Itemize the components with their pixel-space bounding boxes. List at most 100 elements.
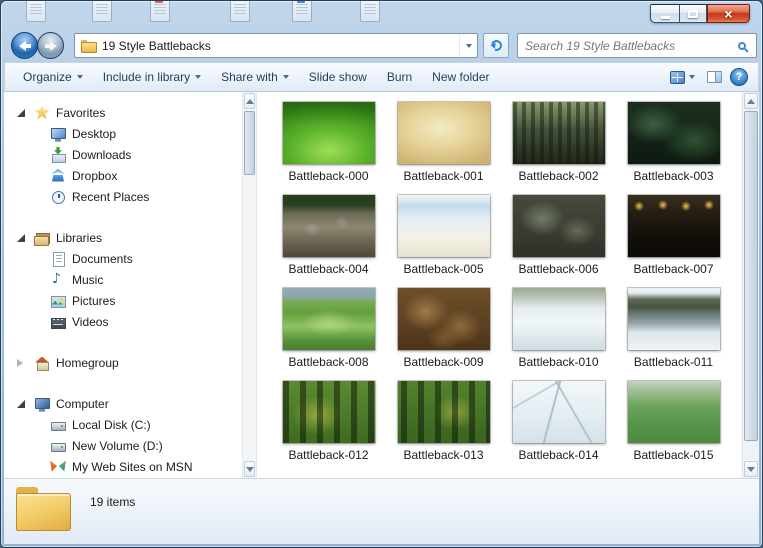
organize-button[interactable]: Organize <box>13 66 93 88</box>
file-item[interactable]: Battleback-014 <box>501 381 616 474</box>
address-bar[interactable]: 19 Style Battlebacks <box>74 33 478 58</box>
sidebar-item-documents[interactable]: Documents <box>4 248 242 269</box>
expand-collapse-icon[interactable] <box>17 400 25 408</box>
sidebar-item-downloads[interactable]: Downloads <box>4 144 242 165</box>
file-item[interactable]: Battleback-009 <box>386 288 501 381</box>
file-thumbnail[interactable] <box>282 102 375 164</box>
include-in-library-button[interactable]: Include in library <box>93 66 211 88</box>
refresh-button[interactable] <box>483 33 509 58</box>
file-item[interactable]: Battleback-011 <box>616 288 731 381</box>
file-name: Battleback-008 <box>288 355 369 369</box>
expand-collapse-icon[interactable] <box>17 359 23 367</box>
file-thumbnail[interactable] <box>512 195 605 257</box>
sidebar-item-msn-websites[interactable]: My Web Sites on MSN <box>4 456 242 477</box>
close-button[interactable]: × <box>707 4 750 23</box>
file-name: Battleback-014 <box>518 448 599 462</box>
file-item[interactable]: Battleback-004 <box>271 195 386 288</box>
caption-buttons: × <box>650 4 750 23</box>
file-item[interactable]: Battleback-005 <box>386 195 501 288</box>
sidebar-item-homegroup[interactable]: Homegroup <box>4 352 242 373</box>
sidebar-item-libraries[interactable]: Libraries <box>4 227 242 248</box>
share-with-label: Share with <box>221 70 278 84</box>
file-thumbnail[interactable] <box>397 381 490 443</box>
favorites-label: Favorites <box>56 105 106 120</box>
details-pane: 19 items <box>4 478 759 544</box>
file-thumbnail[interactable] <box>282 288 375 350</box>
sidebar-item-favorites[interactable]: Favorites <box>4 102 242 123</box>
scroll-up-button[interactable] <box>244 93 255 109</box>
documents-label: Documents <box>72 251 133 266</box>
desktop-shortcut-icon <box>92 1 112 22</box>
chevron-down-icon <box>195 75 202 79</box>
scroll-up-button[interactable] <box>744 93 758 109</box>
file-thumbnail[interactable] <box>397 195 490 257</box>
sidebar-scrollbar[interactable] <box>242 92 257 478</box>
file-thumbnail[interactable] <box>627 288 720 350</box>
change-view-button[interactable] <box>666 68 699 87</box>
sidebar-item-videos[interactable]: Videos <box>4 311 242 332</box>
minimize-icon <box>660 16 670 19</box>
minimize-button[interactable] <box>650 4 679 23</box>
file-item[interactable]: Battleback-006 <box>501 195 616 288</box>
back-button[interactable] <box>11 32 38 59</box>
sidebar-item-computer[interactable]: Computer <box>4 393 242 414</box>
recent-places-icon <box>50 189 66 205</box>
file-thumbnail[interactable] <box>397 102 490 164</box>
file-item[interactable]: Battleback-002 <box>501 102 616 195</box>
file-thumbnail[interactable] <box>282 381 375 443</box>
sidebar-item-new-volume-d[interactable]: New Volume (D:) <box>4 435 242 456</box>
sidebar-item-dropbox[interactable]: Dropbox <box>4 165 242 186</box>
file-thumbnail[interactable] <box>512 381 605 443</box>
file-thumbnail[interactable] <box>627 381 720 443</box>
sidebar-item-recent-places[interactable]: Recent Places <box>4 186 242 207</box>
file-item[interactable]: Battleback-000 <box>271 102 386 195</box>
favorites-section: Favorites Desktop Downloads Dropbox Rece… <box>4 102 242 207</box>
file-item[interactable]: Battleback-012 <box>271 381 386 474</box>
forward-button[interactable] <box>37 32 64 59</box>
new-folder-label: New folder <box>432 70 490 84</box>
maximize-button[interactable] <box>679 4 707 23</box>
sidebar-item-desktop[interactable]: Desktop <box>4 123 242 144</box>
triangle-up-icon <box>245 98 254 104</box>
preview-pane-button[interactable] <box>707 71 722 83</box>
expand-collapse-icon[interactable] <box>17 234 25 242</box>
slide-show-button[interactable]: Slide show <box>299 66 377 88</box>
content-scrollbar[interactable] <box>742 92 759 478</box>
file-thumbnail[interactable] <box>512 102 605 164</box>
file-item[interactable]: Battleback-001 <box>386 102 501 195</box>
share-with-button[interactable]: Share with <box>211 66 299 88</box>
triangle-down-icon <box>747 466 755 472</box>
file-item[interactable]: Battleback-008 <box>271 288 386 381</box>
sidebar-item-local-disk-c[interactable]: Local Disk (C:) <box>4 414 242 435</box>
scroll-down-button[interactable] <box>244 461 255 477</box>
file-item[interactable]: Battleback-010 <box>501 288 616 381</box>
burn-button[interactable]: Burn <box>377 66 422 88</box>
file-item[interactable]: Battleback-013 <box>386 381 501 474</box>
file-item[interactable]: Battleback-003 <box>616 102 731 195</box>
file-thumbnail[interactable] <box>627 195 720 257</box>
chevron-down-icon <box>465 43 472 48</box>
computer-section: Computer Local Disk (C:) New Volume (D:)… <box>4 393 242 477</box>
search-box[interactable]: Search 19 Style Battlebacks <box>517 33 757 58</box>
file-thumbnail[interactable] <box>397 288 490 350</box>
file-item[interactable]: Battleback-007 <box>616 195 731 288</box>
scrollbar-thumb[interactable] <box>744 111 758 441</box>
scrollbar-thumb[interactable] <box>244 111 255 175</box>
file-thumbnail[interactable] <box>282 195 375 257</box>
file-name: Battleback-002 <box>518 169 599 183</box>
sidebar-item-pictures[interactable]: Pictures <box>4 290 242 311</box>
file-name: Battleback-004 <box>288 262 369 276</box>
drive-icon <box>50 438 66 454</box>
downloads-icon <box>50 147 66 163</box>
new-folder-button[interactable]: New folder <box>422 66 499 88</box>
scroll-down-button[interactable] <box>744 461 758 477</box>
file-thumbnail[interactable] <box>627 102 720 164</box>
address-dropdown-button[interactable] <box>459 34 477 57</box>
file-name: Battleback-015 <box>633 448 714 462</box>
file-item[interactable]: Battleback-015 <box>616 381 731 474</box>
desktop-shortcut-icon <box>230 1 250 22</box>
help-button[interactable]: ? <box>730 68 748 86</box>
sidebar-item-music[interactable]: Music <box>4 269 242 290</box>
expand-collapse-icon[interactable] <box>17 109 25 117</box>
file-thumbnail[interactable] <box>512 288 605 350</box>
